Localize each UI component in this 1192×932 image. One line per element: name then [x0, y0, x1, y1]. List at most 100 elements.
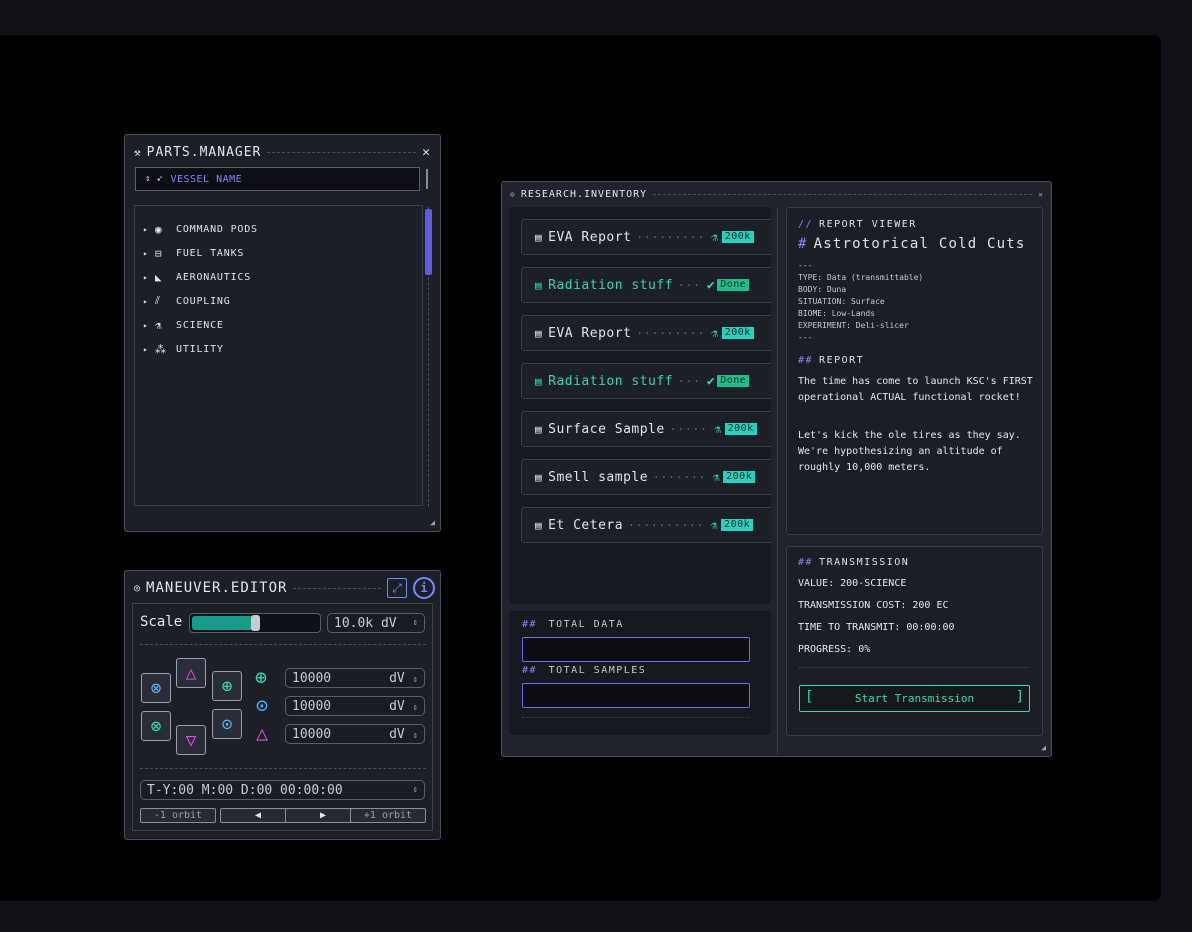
dv-value: 10000: [292, 670, 332, 686]
time-value: T-Y:00 M:00 D:00 00:00:00: [147, 782, 343, 798]
window-title: RESEARCH.INVENTORY: [520, 188, 648, 200]
scale-slider[interactable]: [189, 613, 321, 633]
leader-dots: ·······: [653, 470, 707, 484]
experiment-item[interactable]: ▤ Radiation stuff ··· ✔ Done: [521, 363, 771, 399]
maneuver-time-field[interactable]: T-Y:00 M:00 D:00 00:00:00 ⇕: [140, 780, 425, 800]
check-icon: ✔: [706, 373, 716, 389]
clipboard-icon: ▤: [535, 422, 543, 436]
chevron-right-icon[interactable]: ▸: [143, 273, 155, 282]
parts-category-item[interactable]: ▸ ◉ COMMAND PODS: [143, 217, 258, 241]
leader-dots: ···: [678, 278, 701, 292]
parts-category-item[interactable]: ▸ ⚗ SCIENCE: [143, 313, 258, 337]
parts-category-list: ▸ ◉ COMMAND PODS ▸ ⊟ FUEL TANKS ▸ ◣ AERONAUTICS ▸…: [143, 217, 258, 361]
normal-dv-field[interactable]: 10000 dV ⇕: [285, 724, 425, 744]
total-data-heading: ## TOTAL DATA: [522, 619, 624, 630]
prograde-dv-field[interactable]: 10000 dV ⇕: [285, 668, 425, 688]
experiment-item[interactable]: ▤ Et Cetera ·········· ⚗ 200k: [521, 507, 771, 543]
clipboard-icon: ▤: [535, 278, 543, 292]
chevron-right-icon[interactable]: ▸: [143, 321, 155, 330]
spinner-icon[interactable]: ⇕: [413, 703, 418, 713]
chevron-right-icon[interactable]: ▸: [143, 225, 155, 234]
expand-icon[interactable]: ⤢: [387, 578, 407, 598]
capsule-icon: ◉: [155, 222, 163, 236]
experiment-item[interactable]: ▤ Radiation stuff ··· ✔ Done: [521, 267, 771, 303]
spinner-icon[interactable]: ⇕: [413, 731, 418, 741]
sort-icon[interactable]: ⇕: [145, 174, 150, 184]
dv-unit: dV: [389, 670, 405, 686]
maneuver-editor-titlebar[interactable]: ◎ MANEUVER.EDITOR ⤢ i: [134, 576, 435, 600]
parts-category-label: FUEL TANKS: [176, 247, 245, 259]
antinormal-node-icon[interactable]: ▽: [176, 725, 206, 755]
radial-dv-field[interactable]: 10000 dV ⇕: [285, 696, 425, 716]
divider: [522, 717, 750, 718]
parts-category-item[interactable]: ▸ ⁂ UTILITY: [143, 337, 258, 361]
experiment-label: Et Cetera: [548, 517, 624, 533]
research-inventory-titlebar[interactable]: ⊚ RESEARCH.INVENTORY ✕: [510, 186, 1043, 202]
status-badge: 200k: [724, 423, 757, 435]
status-badge: Done: [717, 375, 750, 387]
spinner-icon[interactable]: ⇕: [413, 618, 418, 628]
status-badge: 200k: [723, 471, 756, 483]
scrollbar-thumb[interactable]: [425, 209, 432, 275]
vessel-scroll-track: [426, 169, 428, 189]
flask-icon: ⚗: [713, 422, 722, 436]
flask-icon: ⚗: [712, 470, 721, 484]
flask-icon: ⚗: [155, 318, 163, 332]
experiment-item[interactable]: ▤ Smell sample ······· ⚗ 200k: [521, 459, 771, 495]
scale-label: Scale: [140, 614, 183, 630]
parts-category-item[interactable]: ▸ ⊟ FUEL TANKS: [143, 241, 258, 265]
prograde-node-icon[interactable]: ⊕: [212, 671, 242, 701]
parts-category-label: SCIENCE: [176, 319, 224, 331]
report-title: # Astrotorical Cold Cuts: [798, 236, 1026, 252]
wing-icon: ◣: [155, 270, 163, 284]
divider: [140, 768, 426, 769]
experiment-list: ▤ EVA Report ········· ⚗ 200k ▤ Radiation stuf…: [509, 207, 771, 604]
research-inventory-window: ⊚ RESEARCH.INVENTORY ✕ ▤ EVA Report ······…: [501, 181, 1052, 757]
experiment-label: Radiation stuff: [548, 373, 674, 389]
utility-icon: ⁂: [155, 342, 167, 356]
plus-orbit-button[interactable]: +1 orbit: [350, 808, 426, 823]
scale-value-field[interactable]: 10.0k dV ⇕: [327, 613, 425, 633]
divider: [140, 644, 426, 645]
spinner-icon[interactable]: ⇕: [413, 675, 418, 685]
flask-icon: ⚗: [711, 326, 719, 340]
total-data-field[interactable]: [522, 637, 750, 662]
totals-panel: ## TOTAL DATA ## TOTAL SAMPLES: [509, 611, 771, 735]
divider: [799, 667, 1029, 668]
experiment-label: EVA Report: [548, 229, 632, 245]
parts-scrollbar[interactable]: [425, 207, 436, 507]
parts-category-item[interactable]: ▸ ⫽ COUPLING: [143, 289, 258, 313]
close-icon[interactable]: ✕: [422, 145, 430, 160]
resize-handle-icon[interactable]: ◢: [1041, 743, 1046, 752]
close-icon[interactable]: ✕: [1038, 190, 1043, 199]
experiment-item[interactable]: ▤ EVA Report ········· ⚗ 200k: [521, 219, 771, 255]
clipboard-icon: ▤: [535, 470, 543, 484]
total-samples-heading: ## TOTAL SAMPLES: [522, 665, 647, 676]
antiradial-node-icon[interactable]: ⊗: [141, 673, 171, 703]
radial-node-icon[interactable]: ⊙: [212, 709, 242, 739]
start-transmission-button[interactable]: [ Start Transmission ]: [799, 685, 1030, 712]
retrograde-node-icon[interactable]: ⊗: [141, 711, 171, 741]
clipboard-icon: ▤: [535, 230, 543, 244]
parts-manager-titlebar[interactable]: ⚒ PARTS.MANAGER ✕: [134, 143, 430, 161]
info-icon[interactable]: i: [413, 577, 435, 599]
vessel-name-field[interactable]: ⇕ ➶ VESSEL NAME: [135, 167, 420, 191]
report-paragraph: Let's kick the ole tires as they say. We…: [798, 430, 1021, 473]
total-samples-field[interactable]: [522, 683, 750, 708]
normal-node-icon[interactable]: △: [176, 658, 206, 688]
wrench-icon: ⚒: [134, 145, 141, 159]
experiment-item[interactable]: ▤ EVA Report ········· ⚗ 200k: [521, 315, 771, 351]
chevron-right-icon[interactable]: ▸: [143, 345, 155, 354]
chevron-right-icon[interactable]: ▸: [143, 297, 155, 306]
report-viewer-panel: //REPORT VIEWER # Astrotorical Cold Cuts …: [786, 207, 1043, 535]
vessel-name-label: VESSEL NAME: [170, 173, 243, 185]
flask-icon: ⚗: [711, 230, 719, 244]
experiment-item[interactable]: ▤ Surface Sample ····· ⚗ 200k: [521, 411, 771, 447]
parts-category-item[interactable]: ▸ ◣ AERONAUTICS: [143, 265, 258, 289]
chevron-right-icon[interactable]: ▸: [143, 249, 155, 258]
minus-orbit-button[interactable]: -1 orbit: [140, 808, 216, 823]
slider-knob[interactable]: [251, 615, 260, 631]
spinner-icon[interactable]: ⇕: [413, 785, 418, 795]
resize-handle-icon[interactable]: ◢: [430, 518, 435, 527]
transmission-heading: ## TRANSMISSION: [798, 557, 910, 568]
